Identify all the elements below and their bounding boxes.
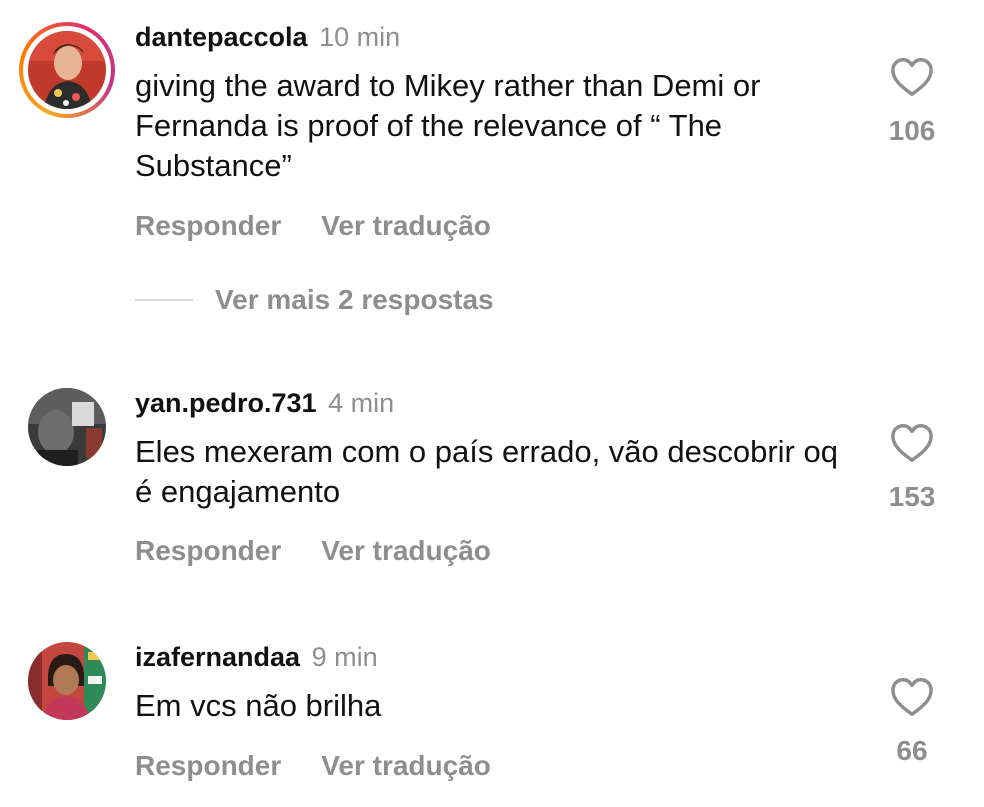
comment-text: Eles mexeram com o país errado, vão desc… [135, 434, 838, 509]
comment-text: giving the award to Mikey rather than De… [135, 68, 761, 183]
view-more-replies[interactable]: Ver mais 2 respostas [135, 284, 494, 320]
comment-meta: dantepaccola 10 min [135, 20, 400, 54]
avatar[interactable] [28, 642, 106, 720]
heart-outline-icon[interactable] [880, 57, 944, 97]
like-control: 153 [880, 423, 944, 513]
comment-text: Em vcs não brilha [135, 688, 382, 723]
translate-button[interactable]: Ver tradução [321, 750, 491, 782]
avatar-image [28, 31, 106, 109]
story-ring[interactable] [19, 22, 115, 118]
comment-meta: izafernandaa 9 min [135, 640, 378, 674]
username[interactable]: yan.pedro.731 [135, 388, 317, 418]
heart-outline-icon[interactable] [880, 423, 944, 463]
comment-time: 9 min [311, 642, 378, 672]
avatar-image [28, 642, 106, 720]
comment-actions: Responder Ver tradução [135, 210, 491, 242]
reply-button[interactable]: Responder [135, 210, 281, 242]
avatar-image [28, 388, 106, 466]
heart-outline-icon[interactable] [880, 677, 944, 717]
like-control: 66 [880, 677, 944, 767]
avatar[interactable] [28, 388, 106, 466]
like-count: 66 [896, 735, 928, 766]
reply-button[interactable]: Responder [135, 535, 281, 567]
comment-meta: yan.pedro.731 4 min [135, 386, 394, 420]
translate-button[interactable]: Ver tradução [321, 535, 491, 567]
comment-actions: Responder Ver tradução [135, 750, 491, 782]
comment-time: 4 min [328, 388, 395, 418]
replies-divider [135, 299, 193, 301]
username[interactable]: izafernandaa [135, 642, 300, 672]
like-control: 106 [880, 57, 944, 147]
like-count: 153 [888, 481, 936, 512]
comment-actions: Responder Ver tradução [135, 535, 491, 567]
reply-button[interactable]: Responder [135, 750, 281, 782]
translate-button[interactable]: Ver tradução [321, 210, 491, 242]
username[interactable]: dantepaccola [135, 22, 308, 52]
like-count: 106 [888, 115, 936, 146]
view-more-replies-label[interactable]: Ver mais 2 respostas [215, 284, 494, 316]
avatar[interactable] [28, 31, 106, 109]
comment-time: 10 min [319, 22, 401, 52]
